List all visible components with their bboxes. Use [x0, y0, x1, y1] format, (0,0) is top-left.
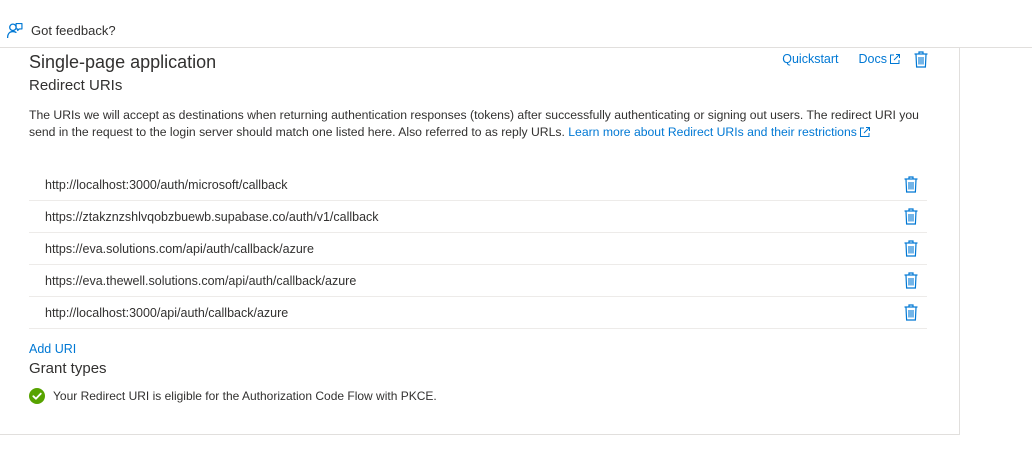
uri-row: http://localhost:3000/api/auth/callback/…: [29, 297, 927, 329]
learn-more-label: Learn more about Redirect URIs and their…: [568, 124, 857, 139]
redirect-uris-heading: Redirect URIs: [29, 77, 123, 94]
section-title: Single-page application: [29, 52, 217, 72]
uri-row: https://eva.solutions.com/api/auth/callb…: [29, 233, 927, 265]
external-link-icon: [859, 127, 870, 138]
docs-link[interactable]: Docs: [859, 52, 901, 66]
feedback-button[interactable]: Got feedback?: [6, 22, 116, 39]
success-check-icon: [29, 388, 45, 404]
uri-row: https://eva.thewell.solutions.com/api/au…: [29, 265, 927, 297]
uri-value[interactable]: https://ztakznzshlvqobzbuewb.supabase.co…: [45, 210, 379, 224]
uri-value[interactable]: https://eva.thewell.solutions.com/api/au…: [45, 274, 356, 288]
uri-value[interactable]: https://eva.solutions.com/api/auth/callb…: [45, 242, 314, 256]
delete-uri-button[interactable]: [904, 176, 918, 194]
trash-icon: [914, 50, 928, 68]
uri-value[interactable]: http://localhost:3000/api/auth/callback/…: [45, 306, 288, 320]
quickstart-label: Quickstart: [782, 52, 839, 66]
feedback-label: Got feedback?: [31, 23, 116, 38]
uri-value[interactable]: http://localhost:3000/auth/microsoft/cal…: [45, 178, 288, 192]
add-uri-link[interactable]: Add URI: [29, 342, 76, 356]
trash-icon: [904, 304, 918, 321]
docs-label: Docs: [858, 52, 887, 66]
header-actions: Quickstart Docs: [762, 50, 929, 68]
feedback-person-icon: [6, 23, 23, 38]
redirect-uri-list: http://localhost:3000/auth/microsoft/cal…: [29, 169, 927, 329]
trash-icon: [904, 208, 918, 225]
external-link-icon: [890, 54, 900, 64]
redirect-uris-description: The URIs we will accept as destinations …: [29, 107, 929, 140]
delete-platform-button[interactable]: [913, 50, 929, 68]
learn-more-link[interactable]: Learn more about Redirect URIs and their…: [568, 125, 871, 139]
pkce-status: Your Redirect URI is eligible for the Au…: [29, 388, 437, 404]
delete-uri-button[interactable]: [904, 208, 918, 226]
trash-icon: [904, 176, 918, 193]
delete-uri-button[interactable]: [904, 240, 918, 258]
trash-icon: [904, 272, 918, 289]
top-bar: Got feedback?: [0, 0, 1032, 48]
quickstart-link[interactable]: Quickstart: [782, 52, 838, 66]
pkce-status-text: Your Redirect URI is eligible for the Au…: [53, 389, 437, 403]
delete-uri-button[interactable]: [904, 304, 918, 322]
delete-uri-button[interactable]: [904, 272, 918, 290]
grant-types-heading: Grant types: [29, 360, 107, 377]
uri-row: https://ztakznzshlvqobzbuewb.supabase.co…: [29, 201, 927, 233]
uri-row: http://localhost:3000/auth/microsoft/cal…: [29, 169, 927, 201]
trash-icon: [904, 240, 918, 257]
